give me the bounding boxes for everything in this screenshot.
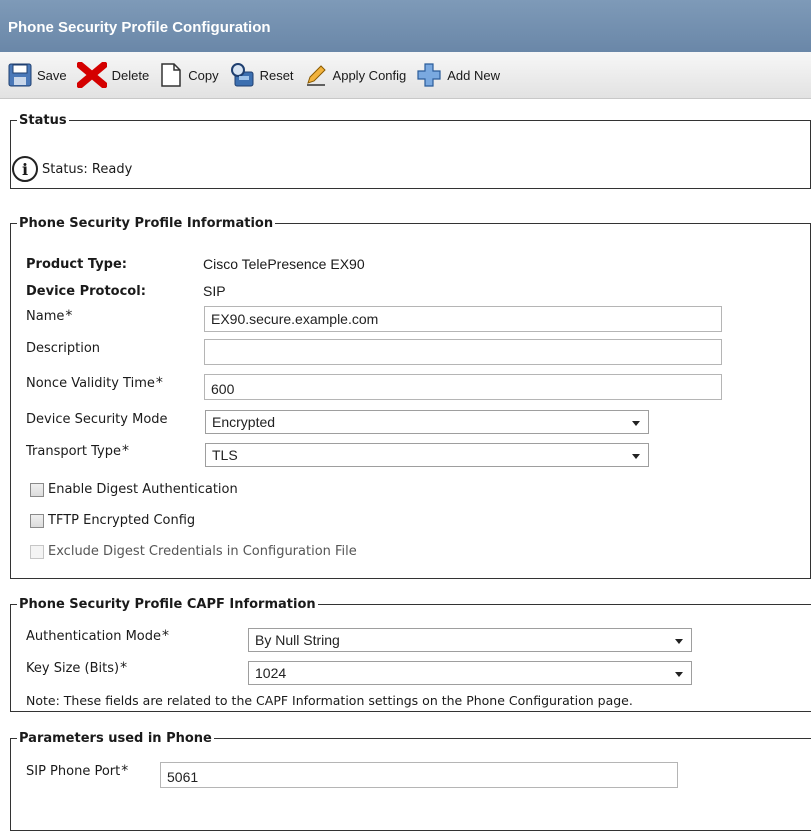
- name-field[interactable]: EX90.secure.example.com: [204, 306, 722, 332]
- name-label: Name: [26, 308, 65, 324]
- delete-icon: [76, 62, 107, 88]
- key-size-label: Key Size (Bits): [26, 660, 120, 676]
- auth-mode-value: By Null String: [255, 632, 340, 648]
- chevron-down-icon: [632, 454, 640, 459]
- required-mark: *: [120, 660, 128, 676]
- tftp-row: TFTP Encrypted Config: [30, 513, 195, 528]
- auth-mode-label-row: Authentication Mode *: [26, 628, 169, 644]
- exclude-digest-label: Exclude Digest Credentials in Configurat…: [48, 544, 357, 559]
- device-security-mode-select[interactable]: Encrypted: [205, 410, 649, 434]
- required-mark: *: [161, 628, 169, 644]
- add-new-button[interactable]: Add New: [416, 62, 500, 88]
- description-label-row: Description: [26, 341, 100, 356]
- exclude-digest-checkbox: [30, 544, 44, 559]
- security-mode-value: Encrypted: [212, 414, 276, 430]
- transport-label: Transport Type: [26, 443, 121, 459]
- status-text: Status: Ready: [42, 161, 133, 177]
- nonce-validity-field[interactable]: 600: [204, 374, 722, 400]
- product-type-label: Product Type:: [26, 256, 127, 272]
- delete-button[interactable]: Delete: [76, 62, 150, 88]
- product-type-value: Cisco TelePresence EX90: [203, 256, 365, 272]
- sip-phone-port-field[interactable]: 5061: [160, 762, 678, 788]
- auth-mode-label: Authentication Mode: [26, 628, 161, 644]
- copy-label: Copy: [188, 67, 219, 83]
- pencil-icon: [306, 65, 326, 86]
- nonce-label-row: Nonce Validity Time *: [26, 375, 163, 391]
- save-label: Save: [37, 67, 67, 83]
- nonce-label: Nonce Validity Time: [26, 375, 155, 391]
- required-mark: *: [65, 308, 73, 324]
- chevron-down-icon: [675, 639, 683, 644]
- plus-icon: [417, 63, 441, 87]
- save-button[interactable]: Save: [8, 63, 67, 87]
- copy-icon: [161, 63, 181, 87]
- info-icon: i: [12, 156, 38, 182]
- security-mode-label-row: Device Security Mode: [26, 412, 168, 427]
- required-mark: *: [121, 763, 129, 779]
- capf-note: Note: These fields are related to the CA…: [26, 693, 633, 708]
- page-title: Phone Security Profile Configuration: [0, 0, 811, 52]
- params-legend: Parameters used in Phone: [19, 731, 212, 746]
- key-size-label-row: Key Size (Bits) *: [26, 660, 127, 676]
- apply-config-label: Apply Config: [332, 67, 407, 83]
- delete-label: Delete: [111, 67, 150, 83]
- chevron-down-icon: [632, 421, 640, 426]
- authentication-mode-select[interactable]: By Null String: [248, 628, 692, 652]
- key-size-value: 1024: [255, 665, 287, 681]
- name-label-row: Name *: [26, 308, 72, 324]
- tftp-label: TFTP Encrypted Config: [48, 513, 196, 528]
- status-row: i Status: Ready: [12, 156, 132, 182]
- chevron-down-icon: [675, 672, 683, 677]
- reset-icon: [230, 63, 254, 87]
- transport-value: TLS: [212, 447, 238, 463]
- add-new-label: Add New: [447, 67, 501, 83]
- transport-type-select[interactable]: TLS: [205, 443, 649, 467]
- capf-legend: Phone Security Profile CAPF Information: [19, 597, 316, 612]
- device-protocol-label: Device Protocol:: [26, 283, 146, 299]
- sip-port-label-row: SIP Phone Port *: [26, 763, 128, 779]
- required-mark: *: [155, 375, 163, 391]
- enable-digest-auth-checkbox[interactable]: [30, 482, 44, 497]
- transport-label-row: Transport Type *: [26, 443, 129, 459]
- security-mode-label: Device Security Mode: [26, 412, 168, 427]
- key-size-select[interactable]: 1024: [248, 661, 692, 685]
- digest-auth-label: Enable Digest Authentication: [48, 482, 238, 497]
- tftp-encrypted-config-checkbox[interactable]: [30, 513, 44, 528]
- sip-port-label: SIP Phone Port: [26, 763, 121, 779]
- description-label: Description: [26, 341, 101, 356]
- reset-button[interactable]: Reset: [229, 62, 294, 88]
- reset-label: Reset: [259, 67, 294, 83]
- description-field[interactable]: [204, 339, 722, 365]
- profile-info-legend: Phone Security Profile Information: [19, 216, 274, 231]
- required-mark: *: [122, 443, 129, 459]
- save-icon: [8, 63, 32, 87]
- status-legend: Status: [19, 113, 67, 128]
- exclude-digest-row: Exclude Digest Credentials in Configurat…: [30, 544, 357, 559]
- digest-auth-row: Enable Digest Authentication: [30, 482, 238, 497]
- capf-note-row: Note: These fields are related to the CA…: [26, 693, 633, 708]
- toolbar: Save Delete Copy Reset Apply Config Add …: [0, 52, 811, 99]
- apply-config-button[interactable]: Apply Config: [304, 63, 407, 87]
- device-protocol-value: SIP: [203, 283, 226, 299]
- product-type-row: Product Type: Cisco TelePresence EX90: [26, 256, 365, 272]
- copy-button[interactable]: Copy: [159, 62, 219, 88]
- device-protocol-row: Device Protocol: SIP: [26, 283, 226, 299]
